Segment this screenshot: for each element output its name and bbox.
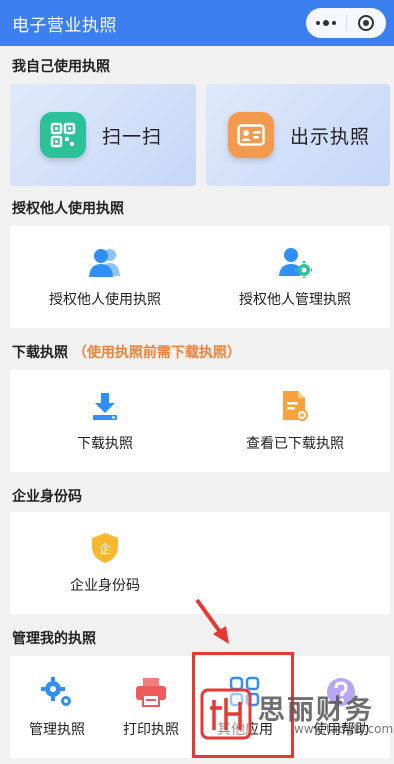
section-title-download: 下载执照 （使用执照前需下载执照） <box>12 342 241 362</box>
shield-char: 企 <box>99 541 111 556</box>
document-view-icon <box>278 389 312 423</box>
watermark: 思丽财务 www.tadgkj.com <box>200 686 394 742</box>
gears-icon <box>40 675 74 709</box>
license-card-icon <box>228 112 274 158</box>
download-license-label: 下载执照 <box>77 436 133 452</box>
printer-icon <box>134 675 168 709</box>
enterprise-id-code-button[interactable]: 企 企业身份码 <box>10 512 200 614</box>
user-settings-icon <box>278 245 312 279</box>
users-icon <box>88 245 122 279</box>
page-title: 电子营业执照 <box>12 15 117 36</box>
authorize-manage-label: 授权他人管理执照 <box>239 292 351 308</box>
more-menu-icon[interactable] <box>306 8 346 38</box>
section-title-authorize: 授权他人使用执照 <box>12 201 124 217</box>
enterprise-id-code-label: 企业身份码 <box>70 578 140 594</box>
view-downloaded-button[interactable]: 查看已下载执照 <box>200 370 390 472</box>
app-header: 电子营业执照 <box>0 0 394 46</box>
qr-scan-icon <box>40 112 86 158</box>
manage-license-label: 管理执照 <box>29 722 85 738</box>
download-warning-note: （使用执照前需下载执照） <box>72 345 241 361</box>
enterprise-shield-icon: 企 <box>88 531 122 565</box>
scan-label: 扫一扫 <box>102 125 163 148</box>
manage-license-button[interactable]: 管理执照 <box>10 656 104 758</box>
section-title-manage: 管理我的执照 <box>12 631 96 647</box>
authorize-use-label: 授权他人使用执照 <box>49 292 161 308</box>
show-license-card[interactable]: 出示执照 <box>206 84 390 186</box>
print-license-button[interactable]: 打印执照 <box>104 656 198 758</box>
download-license-button[interactable]: 下载执照 <box>10 370 200 472</box>
section-title-identity: 企业身份码 <box>12 489 82 505</box>
authorize-manage-button[interactable]: 授权他人管理执照 <box>200 226 390 328</box>
show-license-label: 出示执照 <box>290 125 371 148</box>
scan-card[interactable]: 扫一扫 <box>10 84 196 186</box>
print-license-label: 打印执照 <box>123 722 179 738</box>
download-icon <box>88 389 122 423</box>
authorize-panel: 授权他人使用执照 授权他人管理执照 <box>10 226 390 328</box>
miniprogram-capsule <box>306 8 386 38</box>
download-title-text: 下载执照 <box>12 345 68 361</box>
authorize-use-button[interactable]: 授权他人使用执照 <box>10 226 200 328</box>
watermark-url: www.tadgkj.com <box>294 722 394 736</box>
section-title-self-use: 我自己使用执照 <box>12 59 110 75</box>
annotation-arrow-icon <box>195 598 229 644</box>
watermark-logo-icon <box>200 688 252 740</box>
view-downloaded-label: 查看已下载执照 <box>246 436 344 452</box>
close-miniprogram-icon[interactable] <box>346 8 386 38</box>
download-panel: 下载执照 查看已下载执照 <box>10 370 390 472</box>
